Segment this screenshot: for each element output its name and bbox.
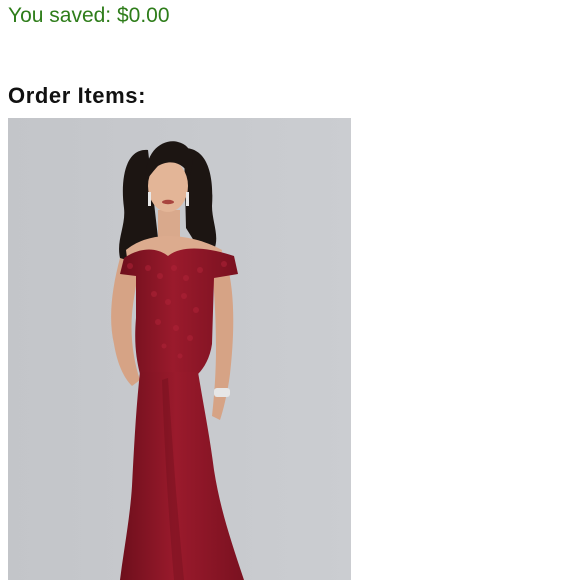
order-item-image[interactable]: [8, 118, 351, 580]
product-photo-icon: [8, 118, 351, 580]
order-items-heading: Order Items:: [8, 83, 147, 108]
savings-text: You saved: $0.00: [8, 4, 170, 27]
